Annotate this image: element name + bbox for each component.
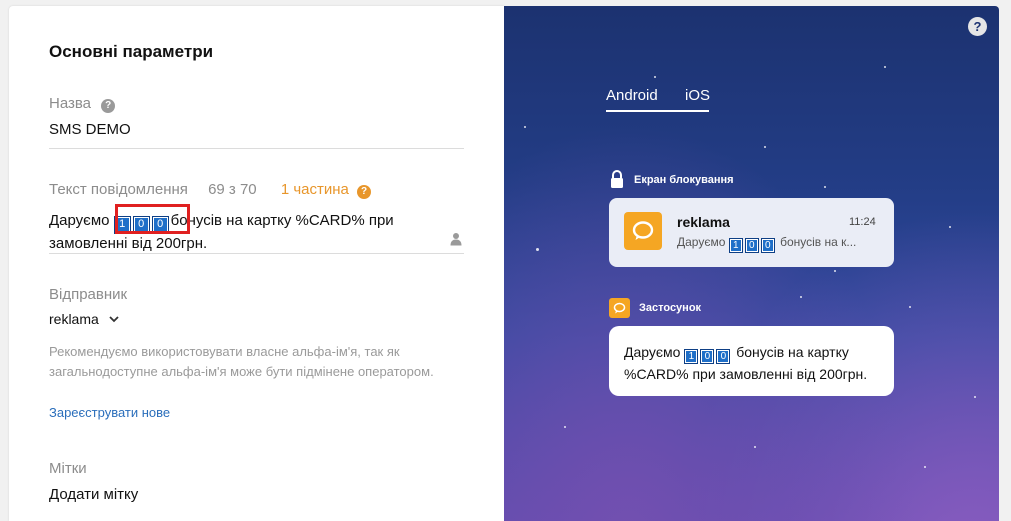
register-link[interactable]: Зареєструвати нове [49, 405, 170, 420]
char-count: 69 [208, 181, 225, 198]
star [536, 248, 539, 251]
star [764, 146, 766, 148]
lock-screen-notification: reklama 11:24 Даруємо 100 бонусів на к..… [609, 198, 894, 267]
notification-text-start: Даруємо [677, 235, 729, 249]
keycap-digit: 1 [684, 349, 699, 364]
message-label: Текст повідомлення [49, 181, 188, 198]
person-icon[interactable] [450, 232, 462, 246]
add-tag-button[interactable]: Додати мітку [49, 486, 138, 503]
app-text-start: Даруємо [624, 344, 685, 360]
lock-screen-label: Екран блокування [634, 174, 734, 186]
sender-hint: Рекомендуємо використовувати власне альф… [49, 344, 434, 379]
star [800, 296, 802, 298]
name-underline [49, 148, 464, 149]
keycap-digit: 0 [700, 349, 715, 364]
name-field[interactable]: SMS DEMO [49, 121, 131, 138]
message-underline [49, 253, 464, 254]
char-limit: з 70 [228, 181, 257, 198]
tab-android[interactable]: Android [606, 87, 658, 104]
message-label-row: Текст повідомлення 69 з 70 1 частина ? [49, 181, 372, 199]
message-text-line1: бонусів на картку %CARD% при [170, 212, 394, 229]
notification-time: 11:24 [849, 216, 876, 228]
star [824, 186, 826, 188]
chevron-down-icon [109, 315, 119, 322]
notification-app-name: reklama [677, 214, 730, 230]
star [924, 466, 926, 468]
notification-text-end: бонусів на к... [780, 235, 857, 249]
parts-count: 1 частина [280, 181, 349, 198]
highlight-box [115, 204, 190, 234]
keycap-digit: 0 [760, 238, 775, 253]
message-textarea[interactable]: Даруємо 1 0 0 бонусів на картку %CARD% при … [49, 211, 444, 254]
name-label: Назва ? [49, 95, 116, 113]
star [834, 270, 836, 272]
keycap-digit: 0 [744, 238, 759, 253]
star [564, 426, 566, 428]
char-counter: 69 з 70 [208, 181, 257, 198]
parts-help-icon[interactable]: ? [357, 185, 372, 199]
sender-select[interactable]: reklama [49, 311, 119, 327]
app-icon [624, 212, 662, 250]
app-message: Даруємо 100 бонусів на картку %CARD% при… [609, 326, 894, 396]
message-text-start: Даруємо [49, 212, 114, 229]
app-text-line2: %CARD% при замовленні від 200грн. [624, 366, 868, 382]
tabs-underline [606, 110, 709, 112]
star [884, 66, 886, 68]
star [909, 306, 911, 308]
app-message-text: Даруємо 100 бонусів на картку %CARD% при… [624, 342, 886, 384]
star [974, 396, 976, 398]
message-text-line2: замовленні від 200грн. [49, 235, 208, 252]
app-text-line1: бонусів на картку [736, 344, 849, 360]
sender-value: reklama [49, 311, 99, 327]
star [754, 446, 756, 448]
tags-label: Мітки [49, 460, 87, 477]
section-title: Основні параметри [49, 42, 214, 61]
preview-panel: ? Android iOS Екран блокування reklama 1… [504, 6, 999, 521]
keycap-digit: 0 [716, 349, 731, 364]
help-icon[interactable]: ? [101, 99, 116, 113]
tab-ios[interactable]: iOS [685, 87, 710, 104]
star [949, 226, 951, 228]
sender-label: Відправник [49, 286, 128, 303]
name-label-text: Назва [49, 95, 92, 112]
lock-icon [610, 170, 624, 188]
settings-panel: Основні параметри Назва ? SMS DEMO Текст… [9, 6, 504, 521]
app-small-icon [609, 298, 630, 318]
star [524, 126, 526, 128]
star [654, 76, 656, 78]
notification-text: Даруємо 100 бонусів на к... [677, 235, 856, 253]
keycap-digit: 1 [728, 238, 743, 253]
app-label: Застосунок [639, 302, 702, 314]
help-icon[interactable]: ? [968, 17, 987, 36]
